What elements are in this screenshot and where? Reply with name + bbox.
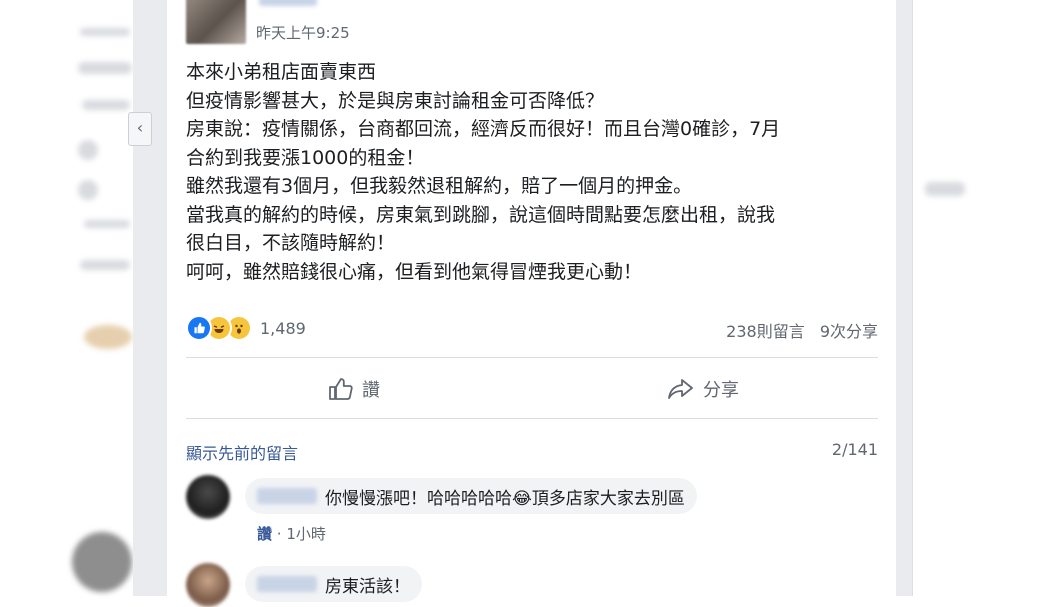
post-line: 呵呵，雖然賠錢很心痛，但看到他氣得冒煙我更心動！	[186, 260, 643, 283]
like-button-label: 讚	[362, 380, 380, 401]
author-name-redacted	[259, 0, 317, 6]
share-count[interactable]: 9次分享	[820, 322, 878, 341]
thumbs-up-icon	[329, 378, 353, 400]
commenter-name-redacted[interactable]	[257, 488, 317, 504]
commenter-name-redacted[interactable]	[257, 576, 317, 592]
post-line: 當我真的解約的時候，房東氣到跳腳，說這個時間點要怎麼出租，說我	[186, 203, 776, 226]
share-button-label: 分享	[703, 380, 739, 401]
comment-pager: 2/141	[831, 440, 878, 459]
page-gutter-right	[896, 0, 912, 596]
share-arrow-icon	[668, 379, 693, 399]
divider	[186, 418, 878, 419]
right-sidebar-blurred	[912, 0, 1060, 596]
comment-text: 你慢慢漲吧！哈哈哈哈哈😂頂多店家大家去別區	[325, 488, 685, 509]
reaction-count: 1,489	[260, 318, 306, 338]
post-line: 房東說：疫情關係，台商都回流，經濟反而很好！而且台灣0確診，7月	[186, 118, 781, 140]
share-button[interactable]: 分享	[667, 372, 739, 406]
post-line: 雖然我還有3個月，但我毅然退租解約，賠了一個月的押金。	[186, 175, 693, 197]
post-line: 合約到我要漲1000的租金！	[186, 146, 425, 169]
commenter-avatar[interactable]	[186, 475, 230, 519]
divider	[186, 357, 878, 358]
post-timestamp[interactable]: 昨天上午9:25	[256, 22, 350, 43]
post-line: 本來小弟租店面賣東西	[186, 61, 377, 83]
commenter-avatar[interactable]	[186, 563, 230, 607]
post-card: 昨天上午9:25 本來小弟租店面賣東西 但疫情影響甚大，於是與房東討論租金可否降…	[167, 0, 896, 607]
comment-bubble: 你慢慢漲吧！哈哈哈哈哈😂頂多店家大家去別區	[245, 478, 697, 514]
comment-count[interactable]: 238則留言	[726, 322, 805, 341]
comment-bubble: 房東活該！	[245, 566, 422, 602]
post-stats: 238則留言 9次分享	[716, 318, 878, 342]
reaction-summary[interactable]: 1,489	[186, 315, 306, 341]
post-body: 本來小弟租店面賣東西 但疫情影響甚大，於是與房東討論租金可否降低？ 房東說：疫情…	[186, 58, 886, 286]
page-gutter-left	[133, 0, 167, 596]
comment-time[interactable]: · 1小時	[277, 525, 326, 543]
post-line: 很白目，不該隨時解約！	[186, 232, 396, 254]
comment-meta: 讚 · 1小時	[257, 523, 326, 544]
post-line: 但疫情影響甚大，於是與房東討論租金可否降低？	[186, 89, 605, 112]
comment-text: 房東活該！	[325, 576, 410, 597]
left-sidebar-blurred	[0, 0, 133, 596]
previous-arrow-icon[interactable]: ‹	[128, 112, 152, 146]
like-icon	[186, 315, 212, 341]
like-button[interactable]: 讚	[328, 372, 380, 406]
show-previous-comments-link[interactable]: 顯示先前的留言	[186, 440, 298, 464]
comment-like-link[interactable]: 讚	[257, 525, 272, 543]
author-avatar[interactable]	[186, 0, 246, 44]
